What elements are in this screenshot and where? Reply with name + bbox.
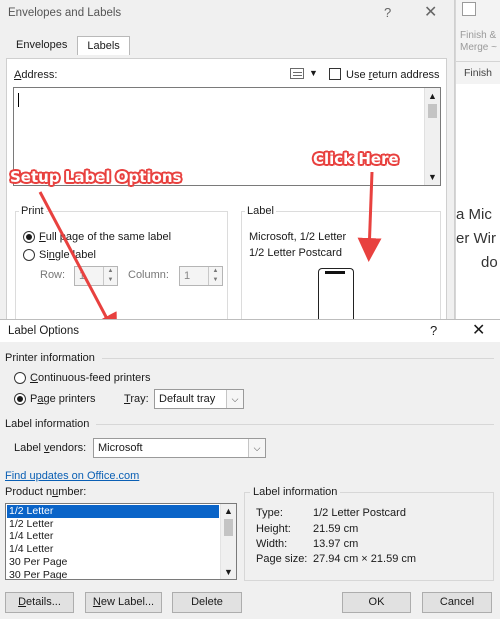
product-number-label: Product number: [5,486,87,498]
label-information-heading: Label information [5,418,90,430]
product-number-list[interactable]: 1/2 Letter 1/2 Letter 1/4 Letter 1/4 Let… [5,503,237,580]
page-size-label: Page size: [256,553,308,565]
label-options-dialog: Label Options ? ✕ Printer information Co… [0,319,500,619]
page-printers-label: Page printers [30,393,96,405]
label-information-groupbox [244,492,494,581]
product-list-scrollbar[interactable]: ▲ ▼ [220,504,236,579]
list-item[interactable]: 30 Per Page [7,569,219,580]
type-value: 1/2 Letter Postcard [313,507,406,519]
label-vendors-label: Label vendors: [14,442,87,454]
type-label: Type: [256,507,283,519]
printer-information-heading: Printer information [5,352,95,364]
list-item[interactable]: 1/2 Letter [7,518,219,531]
click-arrow [357,171,382,262]
click-annotation: Click Here [313,150,399,168]
chevron-down-icon[interactable]: ⌵ [248,439,265,457]
list-item[interactable]: 1/4 Letter [7,530,219,543]
help-button[interactable]: ? [430,323,437,338]
setup-annotation: Setup Label Options [10,168,182,186]
ok-button[interactable]: OK [342,592,411,613]
width-value: 13.97 cm [313,538,359,550]
label-information-legend: Label information [250,486,341,498]
scroll-up-icon[interactable]: ▲ [224,506,233,516]
close-icon[interactable]: ✕ [472,320,485,340]
dialog-title: Label Options [8,325,79,337]
section-divider [102,358,494,359]
page-printers-radio[interactable] [14,393,26,405]
cancel-button[interactable]: Cancel [422,592,492,613]
setup-arrow [38,191,118,338]
delete-button[interactable]: Delete [172,592,242,613]
section-divider [96,424,494,425]
new-label-button[interactable]: New Label... [85,592,162,613]
tray-label: Tray: [124,393,149,405]
label-vendors-select[interactable]: Microsoft ⌵ [93,438,266,458]
continuous-feed-label: Continuous-feed printers [30,372,151,384]
scroll-down-icon[interactable]: ▼ [224,567,233,577]
details-button[interactable]: Details... [5,592,74,613]
list-item[interactable]: 1/2 Letter [7,505,219,518]
height-label: Height: [256,523,291,535]
list-item[interactable]: 1/4 Letter [7,543,219,556]
title-bar: Label Options ? ✕ [0,320,500,342]
tray-value: Default tray [159,393,216,405]
height-value: 21.59 cm [313,523,359,535]
list-item[interactable]: 30 Per Page [7,556,219,569]
find-updates-link[interactable]: Find updates on Office.com [5,470,139,482]
scroll-thumb[interactable] [224,519,233,536]
tray-select[interactable]: Default tray ⌵ [154,389,244,409]
page-size-value: 27.94 cm × 21.59 cm [313,553,417,565]
chevron-down-icon[interactable]: ⌵ [226,390,243,408]
vendor-value: Microsoft [98,442,143,454]
continuous-feed-radio[interactable] [14,372,26,384]
width-label: Width: [256,538,288,550]
